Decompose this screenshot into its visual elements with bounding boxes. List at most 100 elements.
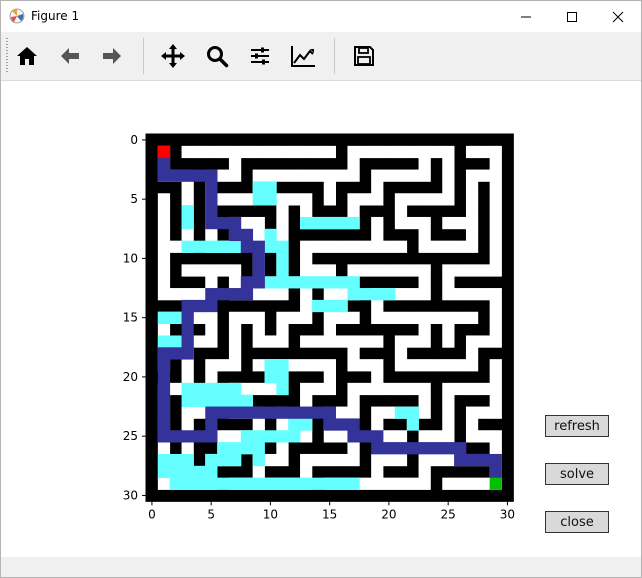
maze-open-cell — [252, 465, 265, 479]
solution-path-cell — [157, 347, 171, 360]
solution-path-cell — [240, 228, 254, 242]
y-tick-label: 10 — [123, 251, 138, 265]
title-bar: Figure 1 — [1, 1, 641, 32]
arrow-right-icon — [103, 48, 121, 64]
maze-open-cell — [371, 240, 384, 253]
maze-open-cell — [300, 205, 313, 218]
maze-open-cell — [477, 169, 491, 182]
maze-open-cell — [311, 359, 325, 372]
maze-open-cell — [442, 359, 455, 372]
maze-open-cell — [157, 252, 171, 265]
maze-open-cell — [430, 359, 443, 372]
refresh-button[interactable]: refresh — [545, 415, 609, 437]
explored-cell — [193, 465, 206, 479]
maze-open-cell — [465, 418, 479, 431]
maze-open-cell — [430, 430, 443, 443]
maze-open-cell — [418, 157, 431, 170]
maze-open-cell — [335, 453, 348, 467]
explored-cell — [288, 418, 301, 431]
maze-open-cell — [383, 264, 396, 277]
maze-open-cell — [465, 228, 479, 242]
maximize-button[interactable] — [549, 1, 595, 32]
maze-open-cell — [383, 453, 396, 467]
maze-open-cell — [454, 216, 467, 230]
maze-open-cell — [418, 276, 431, 289]
maze-open-cell — [335, 288, 348, 301]
home-icon — [17, 47, 37, 65]
save-button[interactable] — [347, 38, 381, 74]
maze-open-cell — [489, 240, 502, 253]
maze-plot[interactable]: 0 5 10 15 20 25 30 0 5 10 15 20 25 30 — [1, 81, 641, 557]
arrow-left-icon — [61, 48, 79, 64]
maze-open-cell — [228, 276, 242, 289]
maze-open-cell — [418, 394, 431, 407]
explored-cell — [347, 477, 360, 490]
maze-open-cell — [371, 477, 384, 490]
home-button[interactable] — [10, 38, 44, 74]
maze-open-cell — [418, 335, 431, 348]
solution-path-cell — [371, 430, 384, 443]
maze-open-cell — [418, 240, 431, 253]
explored-cell — [181, 382, 194, 396]
x-axis: 0 5 10 15 20 25 30 — [148, 501, 515, 521]
edit-axis-button[interactable] — [286, 38, 320, 74]
maze-open-cell — [311, 382, 325, 396]
maze-open-cell — [181, 442, 194, 455]
maze-open-cell — [454, 382, 467, 396]
maze-open-cell — [193, 335, 206, 348]
maze-open-cell — [181, 288, 194, 301]
maze-open-cell — [205, 276, 218, 289]
explored-cell — [157, 453, 171, 467]
maze-open-cell — [454, 359, 467, 372]
explored-cell — [252, 442, 265, 455]
save-icon — [354, 46, 374, 66]
subplots-button[interactable] — [243, 38, 277, 74]
maze-open-cell — [240, 193, 254, 206]
explored-cell — [181, 205, 194, 218]
maze-open-cell — [371, 299, 384, 313]
zoom-button[interactable] — [200, 38, 234, 74]
maze-open-cell — [477, 430, 491, 443]
maze-open-cell — [252, 288, 265, 301]
explored-cell — [276, 477, 289, 490]
maze-open-cell — [264, 145, 277, 159]
explored-cell — [205, 382, 218, 396]
explored-cell — [276, 252, 289, 265]
maze-open-cell — [193, 406, 206, 419]
maze-open-cell — [383, 145, 396, 159]
maze-open-cell — [383, 430, 396, 443]
pan-button[interactable] — [156, 38, 190, 74]
explored-cell — [193, 477, 206, 490]
solution-path-cell — [181, 335, 194, 348]
maze-open-cell — [276, 442, 289, 455]
close-window-button[interactable] — [595, 1, 641, 32]
maze-open-cell — [276, 453, 289, 467]
maze-open-cell — [477, 406, 491, 419]
maze-open-cell — [228, 323, 242, 336]
maze-open-cell — [359, 145, 372, 159]
explored-cell — [335, 276, 348, 289]
back-button[interactable] — [53, 38, 87, 74]
maze-open-cell — [442, 323, 455, 336]
explored-cell — [240, 442, 254, 455]
maze-open-cell — [359, 477, 372, 490]
explored-cell — [276, 371, 289, 384]
maze-open-cell — [300, 193, 313, 206]
maze-open-cell — [240, 216, 254, 230]
maze-open-cell — [489, 323, 502, 336]
maze-open-cell — [394, 264, 408, 277]
maze-open-cell — [347, 453, 360, 467]
forward-button[interactable] — [95, 38, 129, 74]
figure-canvas[interactable]: 0 5 10 15 20 25 30 0 5 10 15 20 25 30 refresh solve … — [1, 81, 641, 557]
maze-open-cell — [394, 240, 408, 253]
solution-path-cell — [193, 430, 206, 443]
explored-cell — [228, 442, 242, 455]
maze-open-cell — [181, 406, 194, 419]
maze-open-cell — [157, 264, 171, 277]
close-button[interactable]: close — [545, 511, 609, 533]
maze-open-cell — [406, 335, 419, 348]
minimize-button[interactable] — [503, 1, 549, 32]
maze-open-cell — [288, 311, 301, 324]
solve-button[interactable]: solve — [545, 463, 609, 485]
x-tick-label: 5 — [207, 507, 215, 521]
